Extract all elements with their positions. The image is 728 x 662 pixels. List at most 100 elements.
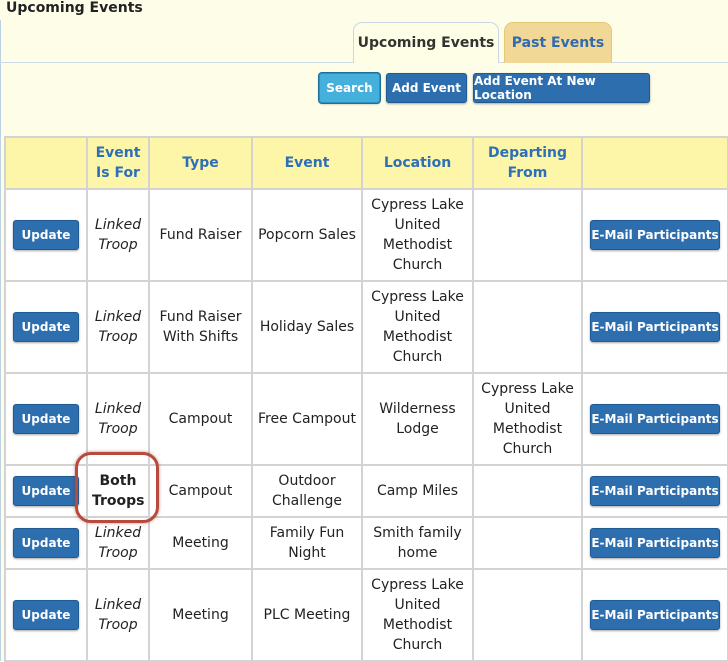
table-row: Update Linked Troop Fund Raiser Popcorn Sale… [4, 188, 728, 282]
tab-past-events[interactable]: Past Events [504, 22, 612, 63]
type-line: Campout [168, 483, 233, 499]
cell-location: Camp Miles [361, 464, 474, 518]
event-line: Holiday Sales [259, 319, 355, 335]
header-departing-from[interactable]: Departing From [472, 136, 583, 190]
cell-type: Meeting [148, 568, 253, 662]
is_for-line: Troop [98, 617, 138, 633]
location-line: Lodge [396, 421, 439, 437]
event-line: Free Campout [258, 411, 356, 427]
is_for-line: Troop [98, 329, 138, 345]
is_for-line: Linked [94, 525, 142, 541]
location-line: Camp Miles [376, 483, 459, 499]
cell-event-is-for: Linked Troop [86, 568, 150, 662]
location-line: Cypress Lake [371, 289, 464, 305]
event-line: Night [288, 545, 326, 561]
location-line: Cypress Lake [371, 197, 464, 213]
cell-email: E-Mail Participants [581, 516, 728, 570]
table-row: Update Linked Troop Meeting PLC Meeting Cypre… [4, 568, 728, 662]
table-row: Update Both Troops Campout Outdoor Challenge C… [4, 464, 728, 518]
update-button[interactable]: Update [13, 404, 79, 434]
header-event[interactable]: Event [251, 136, 363, 190]
left-border [0, 20, 1, 661]
update-button[interactable]: Update [13, 600, 79, 630]
email-participants-button[interactable]: E-Mail Participants [590, 528, 720, 558]
cell-departing-from [472, 464, 583, 518]
cell-email: E-Mail Participants [581, 568, 728, 662]
event-line: Outdoor [278, 473, 336, 489]
departing-line: Cypress Lake [481, 381, 574, 397]
type-line: Meeting [172, 535, 229, 551]
location-line: Methodist [382, 617, 453, 633]
page-title: Upcoming Events [6, 0, 143, 16]
is_for-line: Linked [94, 309, 142, 325]
update-button[interactable]: Update [13, 220, 79, 250]
cell-departing-from [472, 280, 583, 374]
header-type[interactable]: Type [148, 136, 253, 190]
cell-email: E-Mail Participants [581, 188, 728, 282]
cell-event-is-for: Both Troops [86, 464, 150, 518]
cell-type: Campout [148, 464, 253, 518]
cell-event: PLC Meeting [251, 568, 363, 662]
email-participants-button[interactable]: E-Mail Participants [590, 600, 720, 630]
location-line: Methodist [382, 329, 453, 345]
cell-email: E-Mail Participants [581, 280, 728, 374]
cell-departing-from [472, 516, 583, 570]
cell-location: Cypress Lake United Methodist Church [361, 188, 474, 282]
header-event-is-for[interactable]: Event Is For [86, 136, 150, 190]
email-participants-button[interactable]: E-Mail Participants [590, 220, 720, 250]
cell-update: Update [4, 188, 88, 282]
cell-type: Meeting [148, 516, 253, 570]
cell-update: Update [4, 372, 88, 466]
location-line: Wilderness [379, 401, 456, 417]
is_for-line: Troop [98, 237, 138, 253]
location-line: Methodist [382, 237, 453, 253]
search-button[interactable]: Search [319, 73, 380, 103]
cell-email: E-Mail Participants [581, 464, 728, 518]
add-event-button[interactable]: Add Event [386, 73, 467, 103]
is_for-line: Linked [94, 217, 142, 233]
location-line: home [397, 545, 438, 561]
cell-event: Outdoor Challenge [251, 464, 363, 518]
table-header-row: Event Is For Type Event Location Departin… [4, 136, 728, 190]
table-row: Update Linked Troop Campout Free Campout Wild… [4, 372, 728, 466]
cell-update: Update [4, 516, 88, 570]
location-line: United [394, 309, 441, 325]
is_for-line: Both [99, 473, 137, 489]
cell-update: Update [4, 568, 88, 662]
table-row: Update Linked Troop Meeting Family Fun Night S… [4, 516, 728, 570]
cell-type: Campout [148, 372, 253, 466]
update-button[interactable]: Update [13, 312, 79, 342]
header-location[interactable]: Location [361, 136, 474, 190]
cell-event: Family Fun Night [251, 516, 363, 570]
update-button[interactable]: Update [13, 476, 79, 506]
location-line: Smith family [373, 525, 462, 541]
cell-update: Update [4, 280, 88, 374]
events-table: Event Is For Type Event Location Departin… [4, 136, 728, 662]
cell-email: E-Mail Participants [581, 372, 728, 466]
location-line: United [394, 217, 441, 233]
location-line: Church [392, 257, 443, 273]
event-line: Popcorn Sales [258, 227, 356, 243]
email-participants-button[interactable]: E-Mail Participants [590, 312, 720, 342]
header-actions [4, 136, 88, 190]
email-participants-button[interactable]: E-Mail Participants [590, 476, 720, 506]
update-button[interactable]: Update [13, 528, 79, 558]
cell-event-is-for: Linked Troop [86, 188, 150, 282]
tab-upcoming-events[interactable]: Upcoming Events [353, 22, 499, 63]
table-row: Update Linked Troop Fund Raiser With Shifts H… [4, 280, 728, 374]
cell-location: Wilderness Lodge [361, 372, 474, 466]
departing-line: United [504, 401, 551, 417]
location-line: Cypress Lake [371, 577, 464, 593]
cell-location: Smith family home [361, 516, 474, 570]
departing-line: Church [502, 441, 553, 457]
cell-type: Fund Raiser [148, 188, 253, 282]
add-event-new-location-button[interactable]: Add Event At New Location [473, 73, 650, 103]
is_for-line: Linked [94, 597, 142, 613]
email-participants-button[interactable]: E-Mail Participants [590, 404, 720, 434]
cell-event: Popcorn Sales [251, 188, 363, 282]
cell-update: Update [4, 464, 88, 518]
cell-event: Free Campout [251, 372, 363, 466]
cell-event-is-for: Linked Troop [86, 372, 150, 466]
cell-event-is-for: Linked Troop [86, 516, 150, 570]
header-email [581, 136, 728, 190]
